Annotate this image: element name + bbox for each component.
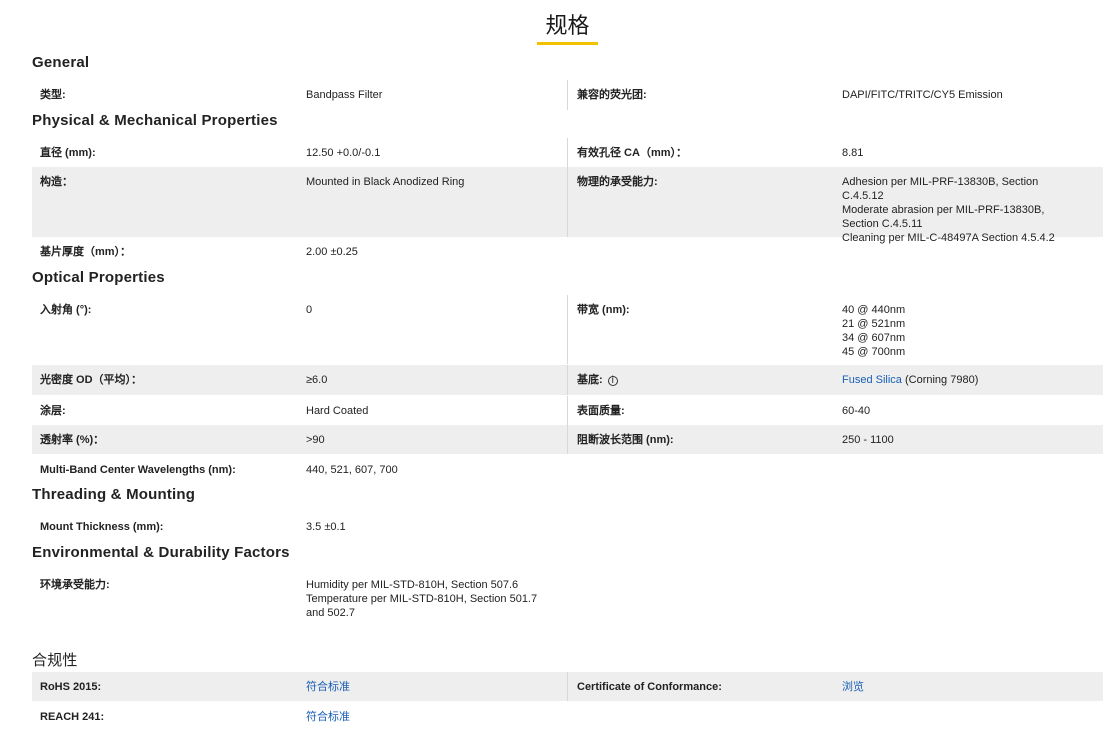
spec-value: DAPI/FITC/TRITC/CY5 Emission (842, 89, 1003, 101)
spec-row: 入射角 (°): 0 带宽 (nm): 40 @ 440nm 21 @ 521n… (32, 295, 1103, 364)
spec-label: 物理的承受能力: (577, 176, 658, 188)
spec-label: 光密度 OD（平均）： (40, 374, 143, 386)
spec-value: 440, 521, 607, 700 (306, 464, 398, 476)
spec-value: Fused Silica (Corning 7980) (842, 373, 1092, 387)
spec-label-text: 基底: (577, 374, 603, 386)
spec-row: Multi-Band Center Wavelengths (nm): 440,… (32, 455, 1103, 484)
spec-row: 光密度 OD（平均）： ≥6.0 基底: i Fused Silica (Cor… (32, 365, 1103, 395)
spec-label: Certificate of Conformance: (577, 681, 722, 693)
spec-label: 基片厚度（mm）： (40, 246, 132, 258)
spec-row: 类型: Bandpass Filter 兼容的荧光团: DAPI/FITC/TR… (32, 80, 1103, 110)
section-heading-general: General (32, 54, 90, 71)
spec-value: 60-40 (842, 405, 871, 417)
spec-label: 直径 (mm): (40, 147, 96, 159)
coc-view-link[interactable]: 浏览 (842, 680, 1092, 694)
spec-label: Multi-Band Center Wavelengths (nm): (40, 464, 236, 476)
spec-value: 12.50 +0.0/-0.1 (306, 147, 381, 159)
spec-value: 2.00 ±0.25 (306, 246, 358, 258)
section-heading-environmental: Environmental & Durability Factors (32, 544, 290, 561)
spec-label: 透射率 (%)： (40, 434, 105, 446)
spec-label: 带宽 (nm): (577, 304, 630, 316)
spec-label: 环境承受能力: (40, 579, 110, 591)
spec-value: 3.5 ±0.1 (306, 521, 346, 533)
spec-label: 阻断波长范围 (nm): (577, 434, 674, 446)
spec-value: >90 (306, 434, 325, 446)
spec-label: 表面质量: (577, 405, 625, 417)
spec-value: Hard Coated (306, 405, 369, 417)
spec-value: 8.81 (842, 147, 864, 159)
spec-label: 类型: (40, 89, 66, 101)
spec-row: Mount Thickness (mm): 3.5 ±0.1 (32, 512, 1103, 542)
info-icon[interactable]: i (607, 376, 618, 386)
page-title: 规格 (537, 8, 598, 45)
spec-value: ≥6.0 (306, 374, 328, 386)
spec-value: Adhesion per MIL-PRF-13830B, Section C.4… (842, 176, 1055, 244)
spec-row: RoHS 2015: 符合标准 Certificate of Conforman… (32, 672, 1103, 701)
spec-row: 直径 (mm): 12.50 +0.0/-0.1 有效孔径 CA（mm）： 8.… (32, 138, 1103, 167)
spec-row: 构造： Mounted in Black Anodized Ring 物理的承受… (32, 167, 1103, 244)
spec-row: 环境承受能力: Humidity per MIL-STD-810H, Secti… (32, 570, 1103, 628)
section-heading-physical: Physical & Mechanical Properties (32, 112, 278, 129)
spec-label: 入射角 (°): (40, 304, 92, 316)
spec-value: Humidity per MIL-STD-810H, Section 507.6… (306, 579, 538, 619)
spec-row: 透射率 (%)： >90 阻断波长范围 (nm): 250 - 1100 (32, 425, 1103, 454)
rohs-compliant-link[interactable]: 符合标准 (306, 680, 556, 694)
fused-silica-link[interactable]: Fused Silica (842, 374, 902, 386)
spec-row: REACH 241: 符合标准 (32, 702, 1103, 731)
spec-value: 40 @ 440nm 21 @ 521nm 34 @ 607nm 45 @ 70… (842, 304, 906, 358)
reach-compliant-link[interactable]: 符合标准 (306, 710, 556, 724)
spec-value-suffix: (Corning 7980) (901, 374, 979, 386)
spec-row: 基片厚度（mm）： 2.00 ±0.25 (32, 237, 1103, 267)
spec-label: 构造： (40, 176, 73, 188)
spec-value: Bandpass Filter (306, 89, 383, 101)
spec-value: Mounted in Black Anodized Ring (306, 176, 465, 188)
section-heading-threading: Threading & Mounting (32, 486, 196, 503)
spec-label: RoHS 2015: (40, 681, 102, 693)
spec-label: 基底: i (577, 373, 827, 387)
section-heading-optical: Optical Properties (32, 269, 165, 286)
section-heading-compliance: 合规性 (32, 652, 78, 669)
spec-value: 250 - 1100 (842, 434, 894, 446)
spec-label: 兼容的荧光团: (577, 89, 647, 101)
spec-label: REACH 241: (40, 711, 105, 723)
spec-value: 0 (306, 304, 313, 316)
spec-row: 涂层: Hard Coated 表面质量: 60-40 (32, 396, 1103, 425)
spec-label: 涂层: (40, 405, 66, 417)
spec-label: Mount Thickness (mm): (40, 521, 164, 533)
spec-label: 有效孔径 CA（mm）： (577, 147, 688, 159)
